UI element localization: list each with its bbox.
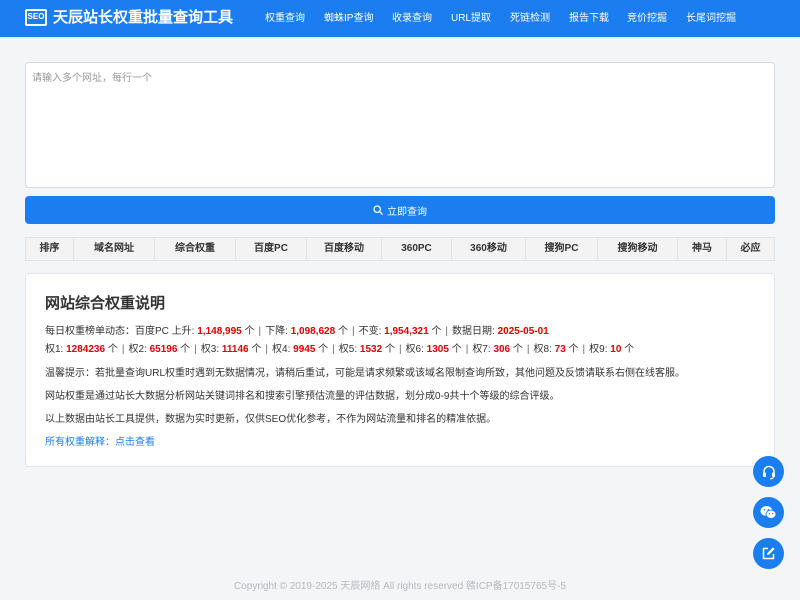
query-button-label: 立即查询 [387,206,427,218]
col-360-mobile[interactable]: 360移动 [452,238,526,260]
query-button[interactable]: 立即查询 [25,196,775,224]
nav-index-query[interactable]: 收录查询 [392,11,432,27]
nav-bidding-mining[interactable]: 竞价挖掘 [627,11,667,27]
explain-label: 所有权重解释： [45,437,115,448]
info-title: 网站综合权重说明 [45,295,166,312]
wechat-icon [760,506,777,519]
data-source-note: 以上数据由站长工具提供，数据为实时更新，仅供SEO优化参考，不作为网站流量和排名… [45,414,497,425]
data-date: 2025-05-01 [497,326,549,337]
result-table-header: 排序 域名网址 综合权重 百度PC 百度移动 360PC 360移动 搜狗PC … [25,237,775,261]
edit-icon [762,547,775,560]
search-icon [373,205,383,215]
col-sogou-pc[interactable]: 搜狗PC [526,238,598,260]
feedback-button[interactable] [753,538,784,569]
col-overall-weight[interactable]: 综合权重 [155,238,236,260]
trend-up-count: 1,148,995 [197,326,242,337]
customer-service-button[interactable] [753,456,784,487]
col-baidu-mobile[interactable]: 百度移动 [307,238,382,260]
nav-report-download[interactable]: 报告下载 [569,11,609,27]
col-baidu-pc[interactable]: 百度PC [236,238,307,260]
headset-icon [762,465,775,479]
explain-link[interactable]: 点击查看 [115,437,155,448]
weight-description: 网站权重是通过站长大数据分析网站关键词排名和搜索引擎预估流量的评估数据，划分成0… [45,391,560,402]
nav-longtail-mining[interactable]: 长尾词挖掘 [686,11,736,27]
tip-text: 温馨提示：若批量查询URL权重时遇到无数据情况，请稍后重试，可能是请求频繁或该域… [45,368,686,379]
url-input[interactable] [25,62,775,188]
col-360-pc[interactable]: 360PC [382,238,452,260]
weight-explain-row: 所有权重解释：点击查看 [45,436,155,450]
col-domain[interactable]: 域名网址 [74,238,155,260]
col-bing[interactable]: 必应 [727,238,774,260]
nav-dead-link-check[interactable]: 死链检测 [510,11,550,27]
trend-same-count: 1,954,321 [384,326,429,337]
top-header: SEO 天辰站长权重批量查询工具 权重查询 蜘蛛IP查询 收录查询 URL提取 … [0,0,800,37]
nav-weight-query[interactable]: 权重查询 [265,11,305,27]
main-nav: 权重查询 蜘蛛IP查询 收录查询 URL提取 死链检测 报告下载 竞价挖掘 长尾… [0,11,800,27]
col-sogou-mobile[interactable]: 搜狗移动 [598,238,678,260]
nav-url-extract[interactable]: URL提取 [451,11,491,27]
wechat-button[interactable] [753,497,784,528]
copyright-footer: Copyright © 2019-2025 天辰网络 All rights re… [234,581,566,592]
weight-distribution-line: 权1: 1284236 个 | 权2: 65196 个 | 权3: 11146 个 | 权4… [45,344,635,355]
nav-spider-ip-query[interactable]: 蜘蛛IP查询 [324,11,373,27]
trend-down-count: 1,098,628 [290,326,336,337]
col-rank[interactable]: 排序 [26,238,74,260]
weight-info-card: 网站综合权重说明 每日权重榜单动态：百度PC 上升: 1,148,995 个 | 下… [25,273,775,467]
daily-trend-line: 每日权重榜单动态：百度PC 上升: 1,148,995 个 | 下降: 1,098,… [45,326,549,337]
col-shenma[interactable]: 神马 [678,238,727,260]
